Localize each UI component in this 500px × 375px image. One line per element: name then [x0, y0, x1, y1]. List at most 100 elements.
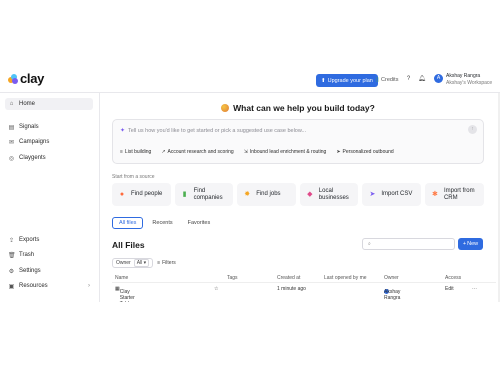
source-find-companies[interactable]: ▮ Find companies	[174, 183, 234, 206]
suggestion-inbound-enrichment[interactable]: ⇲ Inbound lead enrichment & routing	[244, 149, 327, 155]
people-icon: ●	[119, 191, 125, 198]
inbox-icon: ⇲	[243, 149, 248, 155]
source-label: Import from CRM	[443, 187, 475, 201]
search-icon: ⌕	[368, 241, 371, 247]
source-section-title: Start from a source	[112, 174, 155, 180]
clay-logo-icon	[8, 74, 18, 84]
sidebar-item-label: Exports	[19, 237, 40, 243]
import-icon: ➤	[369, 191, 376, 198]
column-header-created[interactable]: Created at	[277, 275, 300, 281]
campaigns-icon: ✉	[8, 139, 15, 146]
chip-label: Account research and scoring	[167, 149, 234, 155]
plus-icon: +	[462, 241, 467, 247]
help-icon[interactable]: ?	[405, 76, 412, 83]
send-button[interactable]: ↑	[468, 125, 477, 134]
chip-label: Inbound lead enrichment & routing	[249, 149, 327, 155]
avatar[interactable]: A	[434, 74, 443, 83]
prompt-placeholder: Tell us how you'd like to get started or…	[128, 127, 307, 134]
sidebar-item-signals[interactable]: ▤ Signals	[5, 121, 93, 133]
tab-all-files[interactable]: All files	[112, 217, 144, 229]
sidebar-item-label: Campaigns	[19, 139, 50, 145]
top-bar: clay ⬆ Upgrade your plan ▯ Credits ? 🔔︎ …	[0, 66, 500, 93]
home-icon: ⌂	[9, 101, 14, 107]
credits-button[interactable]: ▯ Credits	[376, 77, 398, 83]
main-content: What can we help you build today? ✦ Tell…	[100, 93, 500, 302]
heading-text: What can we help you build today?	[233, 103, 375, 113]
owner-filter[interactable]: Owner All ▾	[112, 258, 154, 268]
sidebar-item-exports[interactable]: ⇪ Exports	[5, 234, 93, 246]
suggestion-personalized-outbound[interactable]: ➤ Personalized outbound	[336, 149, 393, 155]
new-button[interactable]: + New	[458, 238, 483, 250]
trash-icon: 🗑︎	[8, 252, 16, 259]
sidebar-item-campaigns[interactable]: ✉ Campaigns	[5, 136, 93, 148]
tab-favorites[interactable]: Favorites	[182, 217, 217, 229]
chip-label: Personalized outbound	[342, 149, 394, 155]
source-import-crm[interactable]: ✱ Import from CRM	[424, 183, 484, 206]
map-pin-icon: ◆	[307, 191, 313, 198]
sidebar-item-trash[interactable]: 🗑︎ Trash	[5, 249, 93, 261]
credits-label: Credits	[381, 77, 399, 83]
sidebar-item-home[interactable]: ⌂ Home	[5, 98, 93, 110]
more-icon[interactable]: ⋯	[472, 286, 477, 292]
sidebar: ⌂ Home ▤ Signals ✉ Campaigns ◎ Claygents…	[0, 93, 100, 302]
sidebar-item-claygents[interactable]: ◎ Claygents	[5, 152, 93, 164]
resources-icon: ▣	[8, 283, 15, 290]
crm-icon: ✱	[432, 191, 438, 198]
column-header-name[interactable]: Name	[115, 275, 128, 281]
column-header-access[interactable]: Access	[445, 275, 461, 281]
column-header-owner[interactable]: Owner	[384, 275, 399, 281]
source-find-jobs[interactable]: ✸ Find jobs	[237, 183, 296, 206]
sidebar-item-label: Signals	[19, 124, 39, 130]
chip-label: List building	[124, 149, 152, 155]
row-access: Edit	[445, 286, 454, 292]
filters-button[interactable]: ≡ Filters	[157, 260, 176, 266]
sidebar-item-settings[interactable]: ⚙ Settings	[5, 265, 93, 277]
user-menu[interactable]: Akshay Rangra Akshay's Workspace	[446, 73, 492, 86]
sparkle-icon: ✦	[120, 128, 126, 134]
star-icon[interactable]: ☆	[214, 286, 218, 292]
sidebar-item-label: Claygents	[19, 155, 46, 161]
companies-icon: ▮	[182, 191, 187, 198]
upgrade-label: Upgrade your plan	[327, 77, 373, 84]
source-local-businesses[interactable]: ◆ Local businesses	[299, 183, 359, 206]
globe-icon	[221, 104, 230, 112]
upgrade-icon: ⬆	[321, 77, 326, 84]
column-header-last-opened[interactable]: Last opened by me	[324, 275, 367, 281]
row-created: 1 minute ago	[277, 286, 306, 292]
owner-filter-value: All ▾	[133, 259, 150, 267]
bell-icon[interactable]: 🔔︎	[418, 76, 426, 83]
suggestion-chips: ≡ List building ↗ Account research and s…	[120, 149, 394, 155]
settings-icon: ⚙	[8, 268, 15, 275]
clay-logo[interactable]: clay	[8, 71, 45, 86]
prompt-input[interactable]: ✦ Tell us how you'd like to get started …	[112, 119, 484, 164]
owner-filter-label: Owner	[116, 260, 131, 266]
jobs-icon: ✸	[244, 191, 251, 198]
logo-text: clay	[20, 71, 45, 86]
source-label: Find jobs	[256, 191, 281, 197]
files-table: Name Tags Created at Last opened by me O…	[112, 273, 496, 302]
search-input[interactable]: ⌕	[362, 238, 455, 250]
signals-icon: ▤	[8, 124, 15, 131]
row-name: ▦ Clay Starter Table	[115, 286, 135, 302]
upgrade-plan-button[interactable]: ⬆ Upgrade your plan	[316, 74, 378, 87]
source-label: Local businesses	[318, 187, 349, 201]
tab-recents[interactable]: Recents	[146, 217, 178, 229]
workspace-name: Akshay's Workspace	[446, 79, 493, 86]
new-label: New	[467, 241, 479, 247]
source-find-people[interactable]: ● Find people	[112, 183, 171, 206]
sidebar-item-label: Trash	[19, 252, 35, 258]
suggestion-list-building[interactable]: ≡ List building	[120, 149, 151, 155]
trend-icon: ↗	[161, 149, 166, 155]
table-row[interactable]: ▦ Clay Starter Table ☆ 1 minute ago Aksh…	[112, 283, 496, 302]
send-icon: ➤	[336, 149, 341, 155]
sidebar-item-label: Home	[19, 101, 36, 107]
source-import-csv[interactable]: ➤ Import CSV	[362, 183, 421, 206]
list-icon: ≡	[120, 149, 123, 155]
sidebar-item-label: Resources	[19, 283, 48, 289]
column-header-tags[interactable]: Tags	[227, 275, 238, 281]
table-header: Name Tags Created at Last opened by me O…	[112, 273, 496, 283]
filter-icon: ≡	[157, 260, 161, 266]
suggestion-account-research[interactable]: ↗ Account research and scoring	[161, 149, 233, 155]
files-title: All Files	[112, 240, 145, 250]
sidebar-item-resources[interactable]: ▣ Resources ›	[5, 280, 93, 292]
